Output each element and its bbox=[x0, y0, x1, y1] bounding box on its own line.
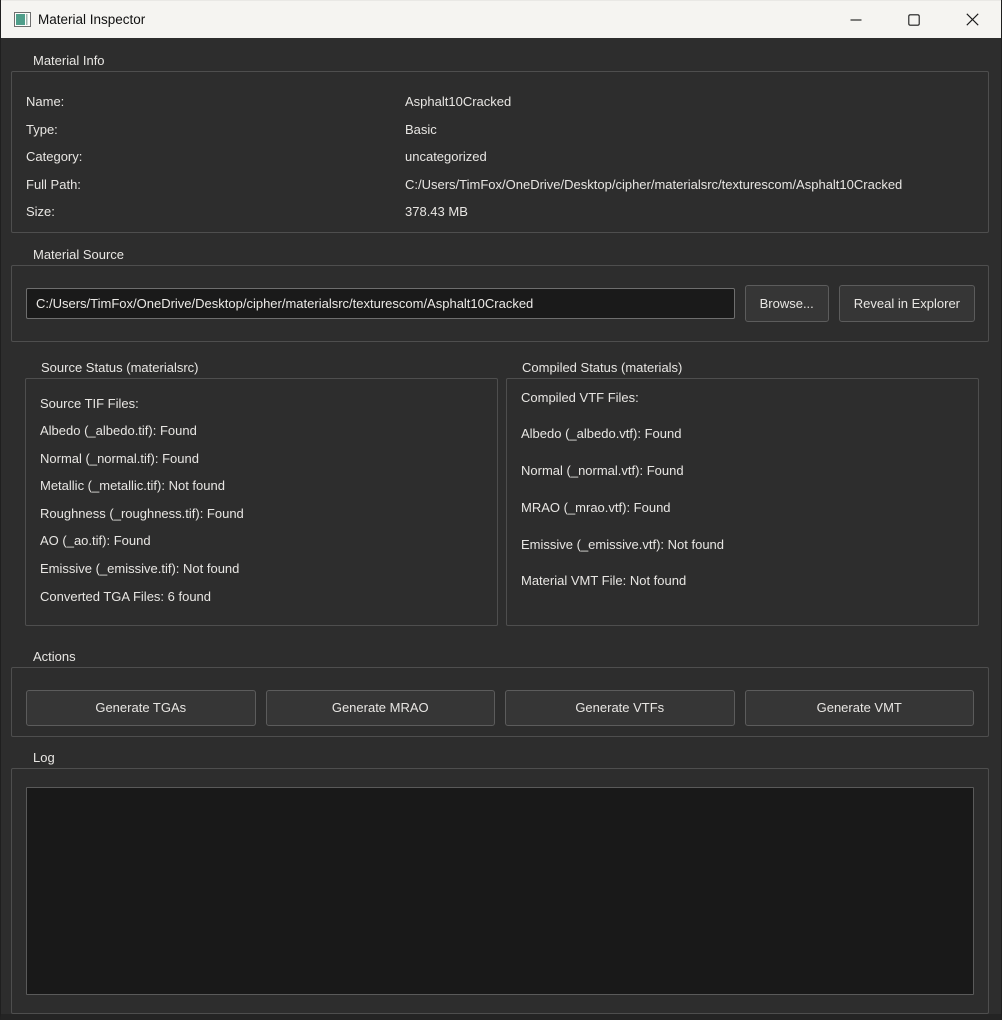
status-line: Emissive (_emissive.vtf): Not found bbox=[521, 535, 966, 572]
status-line: Normal (_normal.tif): Found bbox=[40, 449, 485, 477]
info-label: Category: bbox=[26, 148, 405, 166]
log-group bbox=[11, 768, 989, 1015]
source-status-column: Source Status (materialsrc) Source TIF F… bbox=[25, 359, 498, 626]
status-row: Source Status (materialsrc) Source TIF F… bbox=[25, 359, 977, 626]
material-path-input[interactable] bbox=[26, 288, 735, 319]
status-line: Albedo (_albedo.tif): Found bbox=[40, 421, 485, 449]
status-line: Emissive (_emissive.tif): Not found bbox=[40, 559, 485, 587]
info-label: Type: bbox=[26, 121, 405, 139]
maximize-button[interactable] bbox=[885, 1, 943, 39]
status-line: Material VMT File: Not found bbox=[521, 571, 966, 608]
info-value: 378.43 MB bbox=[405, 203, 974, 221]
info-value: C:/Users/TimFox/OneDrive/Desktop/cipher/… bbox=[405, 176, 974, 194]
status-line: AO (_ao.tif): Found bbox=[40, 531, 485, 559]
log-output[interactable] bbox=[26, 787, 974, 996]
status-line: Albedo (_albedo.vtf): Found bbox=[521, 424, 966, 461]
generate-mrao-button[interactable]: Generate MRAO bbox=[266, 690, 496, 726]
app-window-icon bbox=[14, 12, 31, 27]
info-row-full-path: Full Path: C:/Users/TimFox/OneDrive/Desk… bbox=[26, 176, 974, 204]
info-row-category: Category: uncategorized bbox=[26, 148, 974, 176]
status-line: Normal (_normal.vtf): Found bbox=[521, 461, 966, 498]
compiled-status-group: Compiled VTF Files: Albedo (_albedo.vtf)… bbox=[506, 378, 979, 626]
material-source-group: Browse... Reveal in Explorer bbox=[11, 265, 989, 342]
generate-vmt-button[interactable]: Generate VMT bbox=[745, 690, 975, 726]
status-line: Converted TGA Files: 6 found bbox=[40, 587, 485, 615]
status-line: Compiled VTF Files: bbox=[521, 388, 966, 425]
source-status-title: Source Status (materialsrc) bbox=[41, 359, 498, 376]
compiled-status-column: Compiled Status (materials) Compiled VTF… bbox=[506, 359, 979, 626]
info-value: Asphalt10Cracked bbox=[405, 93, 974, 111]
status-line: MRAO (_mrao.vtf): Found bbox=[521, 498, 966, 535]
material-info-title: Material Info bbox=[33, 52, 1001, 69]
material-inspector-window: Material Inspector Material Info Name: A… bbox=[0, 0, 1002, 1020]
material-info-group: Name: Asphalt10Cracked Type: Basic Categ… bbox=[11, 71, 989, 233]
actions-group: Generate TGAs Generate MRAO Generate VTF… bbox=[11, 667, 989, 737]
close-button[interactable] bbox=[943, 1, 1001, 39]
status-line: Source TIF Files: bbox=[40, 394, 485, 422]
compiled-status-title: Compiled Status (materials) bbox=[522, 359, 979, 376]
generate-tgas-button[interactable]: Generate TGAs bbox=[26, 690, 256, 726]
title-bar: Material Inspector bbox=[1, 0, 1001, 38]
info-value: uncategorized bbox=[405, 148, 974, 166]
status-line: Metallic (_metallic.tif): Not found bbox=[40, 476, 485, 504]
status-line: Roughness (_roughness.tif): Found bbox=[40, 504, 485, 532]
minimize-button[interactable] bbox=[827, 1, 885, 39]
info-row-name: Name: Asphalt10Cracked bbox=[26, 93, 974, 121]
info-row-type: Type: Basic bbox=[26, 121, 974, 149]
generate-vtfs-button[interactable]: Generate VTFs bbox=[505, 690, 735, 726]
source-status-group: Source TIF Files: Albedo (_albedo.tif): … bbox=[25, 378, 498, 626]
reveal-in-explorer-button[interactable]: Reveal in Explorer bbox=[839, 285, 975, 322]
info-label: Size: bbox=[26, 203, 405, 221]
info-label: Full Path: bbox=[26, 176, 405, 194]
window-title: Material Inspector bbox=[38, 12, 145, 27]
info-label: Name: bbox=[26, 93, 405, 111]
actions-title: Actions bbox=[33, 648, 1001, 665]
log-title: Log bbox=[33, 749, 1001, 766]
material-source-title: Material Source bbox=[33, 246, 1001, 263]
info-row-size: Size: 378.43 MB bbox=[26, 203, 974, 231]
info-value: Basic bbox=[405, 121, 974, 139]
browse-button[interactable]: Browse... bbox=[745, 285, 829, 322]
